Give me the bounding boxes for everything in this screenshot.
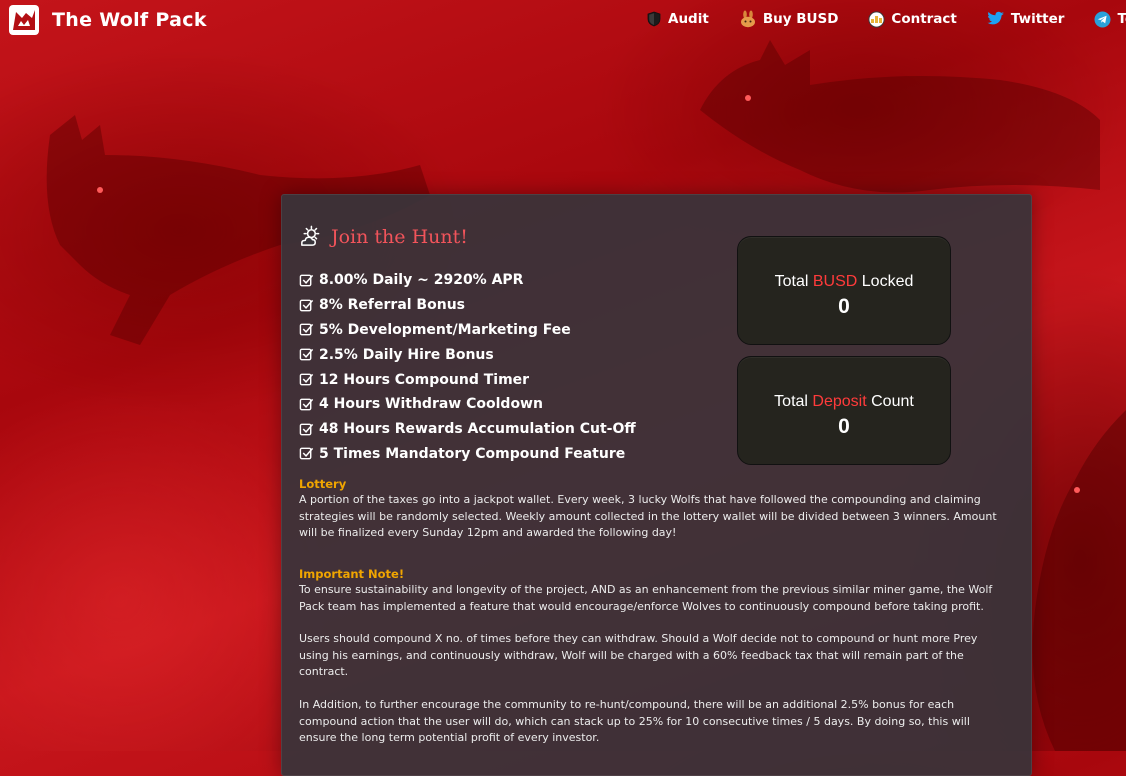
navbar: The Wolf Pack Audit Buy BUSD Contract Tw… xyxy=(0,0,1126,40)
total-deposit-count-box: Total Deposit Count 0 xyxy=(737,356,951,465)
nav-telegram-label: Tel xyxy=(1117,11,1126,27)
checkbox-checked-icon xyxy=(299,398,314,411)
list-item: 4 Hours Withdraw Cooldown xyxy=(299,392,636,417)
nav-twitter-label: Twitter xyxy=(1010,11,1065,27)
join-hunt-card: Join the Hunt! 8.00% Daily ~ 2920% APR 8… xyxy=(281,194,1032,776)
total-busd-locked-box: Total BUSD Locked 0 xyxy=(737,236,951,345)
list-item: 2.5% Daily Hire Bonus xyxy=(299,342,636,367)
nav-contract-label: Contract xyxy=(891,11,957,27)
nav-telegram[interactable]: Tel xyxy=(1094,10,1126,28)
lottery-title: Lottery xyxy=(299,477,347,491)
nav-contract[interactable]: Contract xyxy=(868,10,957,28)
brand[interactable]: The Wolf Pack xyxy=(8,4,207,36)
feature-text: 5 Times Mandatory Compound Feature xyxy=(319,445,626,462)
stat-label-prefix: Total xyxy=(774,273,813,290)
checkbox-checked-icon xyxy=(299,373,314,386)
checkbox-checked-icon xyxy=(299,423,314,436)
list-item: 12 Hours Compound Timer xyxy=(299,367,636,392)
twitter-icon xyxy=(987,11,1004,25)
wolf-logo-icon xyxy=(9,5,39,35)
feature-text: 8.00% Daily ~ 2920% APR xyxy=(319,272,524,289)
nav-audit-label: Audit xyxy=(668,11,709,27)
important-note-title: Important Note! xyxy=(299,567,405,581)
bunny-icon xyxy=(740,10,755,28)
list-item: 48 Hours Rewards Accumulation Cut-Off xyxy=(299,417,636,442)
list-item: 8% Referral Bonus xyxy=(299,293,636,318)
stat-value: 0 xyxy=(838,415,850,438)
feature-text: 5% Development/Marketing Fee xyxy=(319,321,571,338)
feature-text: 4 Hours Withdraw Cooldown xyxy=(319,396,543,413)
checkbox-checked-icon xyxy=(299,274,314,287)
lottery-text: A portion of the taxes go into a jackpot… xyxy=(299,493,997,540)
checkbox-checked-icon xyxy=(299,348,314,361)
important-note-p2: Users should compound X no. of times bef… xyxy=(299,632,978,679)
nav-buy-busd-label: Buy BUSD xyxy=(762,11,839,27)
nav-audit[interactable]: Audit xyxy=(646,10,709,28)
stat-label-suffix: Locked xyxy=(857,273,914,290)
shield-icon xyxy=(647,11,661,27)
list-item: 5% Development/Marketing Fee xyxy=(299,318,636,343)
important-note-p3: In Addition, to further encourage the co… xyxy=(299,698,970,745)
stat-label: Total Deposit Count xyxy=(738,393,950,411)
stat-value: 0 xyxy=(838,295,850,318)
feature-text: 8% Referral Bonus xyxy=(319,297,465,314)
checkbox-checked-icon xyxy=(299,299,314,312)
telegram-icon xyxy=(1094,11,1111,27)
stat-label-prefix: Total xyxy=(774,393,813,410)
important-note-p1: To ensure sustainability and longevity o… xyxy=(299,583,993,613)
list-item: 8.00% Daily ~ 2920% APR xyxy=(299,268,636,293)
list-item: 5 Times Mandatory Compound Feature xyxy=(299,442,636,467)
nav-twitter[interactable]: Twitter xyxy=(987,10,1065,28)
feature-text: 2.5% Daily Hire Bonus xyxy=(319,346,494,363)
hunt-header: Join the Hunt! xyxy=(298,225,468,248)
hunt-title: Join the Hunt! xyxy=(331,225,468,248)
brand-title: The Wolf Pack xyxy=(52,9,207,31)
checkbox-checked-icon xyxy=(299,324,314,336)
weather-icon xyxy=(301,225,320,246)
feature-text: 48 Hours Rewards Accumulation Cut-Off xyxy=(319,421,636,438)
nav-buy-busd[interactable]: Buy BUSD xyxy=(739,10,839,28)
nav-links: Audit Buy BUSD Contract Twitter T xyxy=(646,10,1126,28)
feature-list: 8.00% Daily ~ 2920% APR 8% Referral Bonu… xyxy=(299,268,636,466)
contract-icon xyxy=(868,10,886,28)
stat-label-highlight: Deposit xyxy=(812,393,867,410)
feature-text: 12 Hours Compound Timer xyxy=(319,371,530,388)
stat-label-suffix: Count xyxy=(866,393,914,410)
stat-label-highlight: BUSD xyxy=(812,273,858,290)
checkbox-checked-icon xyxy=(299,448,314,460)
stat-label: Total BUSD Locked xyxy=(738,273,950,291)
